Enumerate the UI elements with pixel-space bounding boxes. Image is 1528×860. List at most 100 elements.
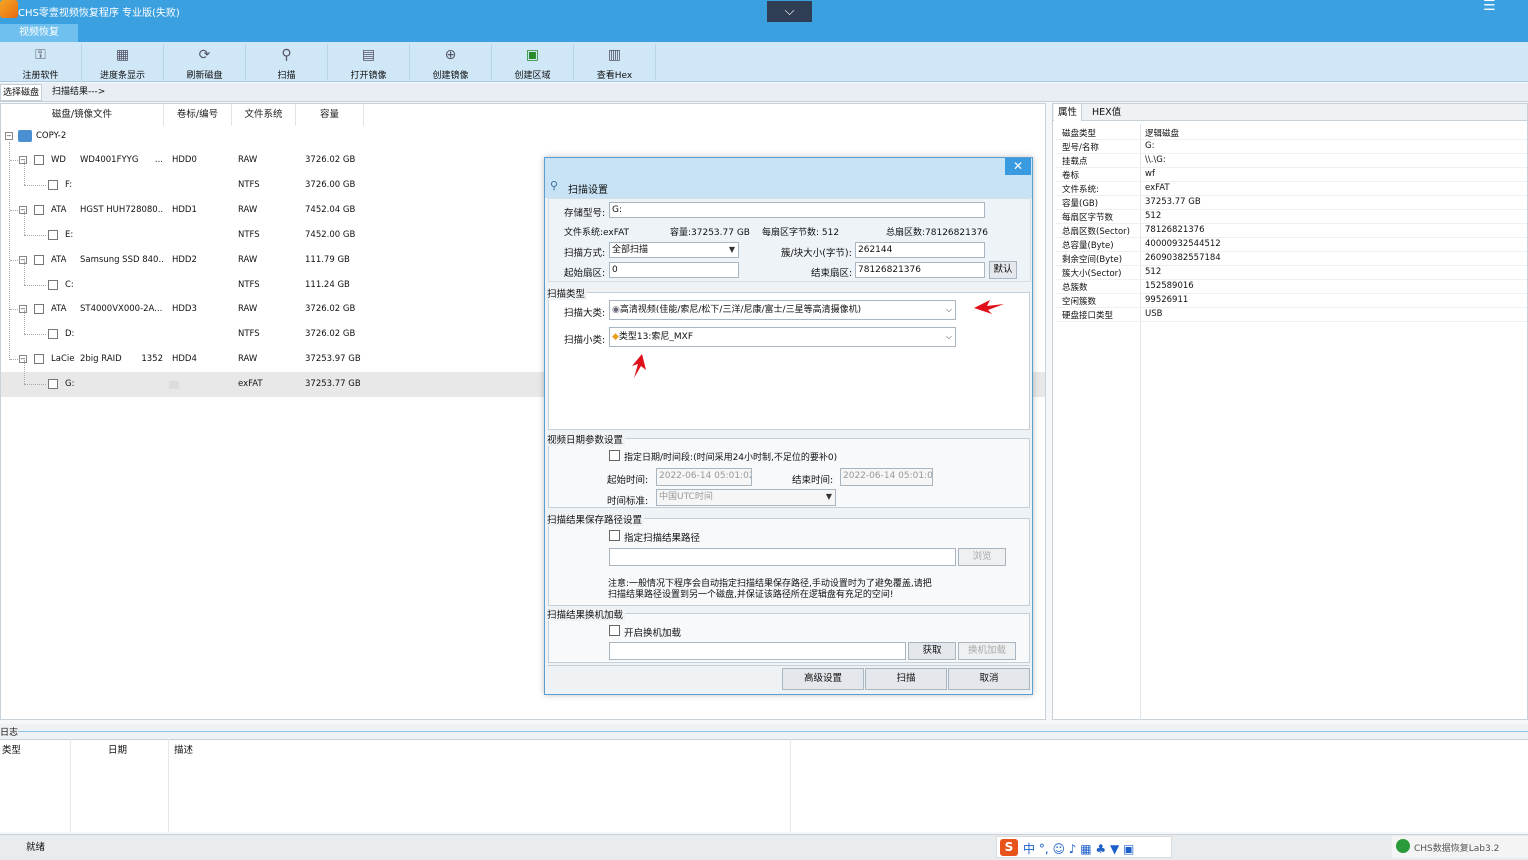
browse-button[interactable]: 浏览: [958, 548, 1006, 566]
fetch-button[interactable]: 获取: [908, 642, 956, 660]
property-row[interactable]: 总簇数 152589016: [1056, 280, 1527, 294]
log-col-date[interactable]: 日期: [108, 742, 127, 756]
block-size-field[interactable]: 262144: [855, 242, 985, 258]
save-path-checkbox[interactable]: [609, 530, 620, 541]
col-capacity[interactable]: 容量: [296, 104, 364, 126]
volume-label-swatch: [169, 381, 179, 390]
cancel-button[interactable]: 取消: [948, 668, 1030, 690]
row-checkbox[interactable]: [48, 229, 58, 240]
collapse-ribbon-button[interactable]: ⌵: [767, 1, 812, 22]
view-hex-button[interactable]: ▥ 查看Hex: [574, 44, 656, 81]
row-checkbox[interactable]: [34, 354, 44, 365]
close-icon[interactable]: ✕: [1005, 158, 1031, 175]
disk-model: Samsung SSD 840...: [80, 254, 164, 265]
progress-icon: ▦: [115, 47, 130, 63]
scan-button[interactable]: 扫描: [865, 668, 947, 690]
minor-category-select[interactable]: ◆类型13:索尼_MXF ⌵: [609, 327, 956, 347]
magnifier-icon: ⚲: [281, 47, 292, 63]
advanced-settings-button[interactable]: 高级设置: [782, 668, 864, 690]
property-row[interactable]: 型号/名称 G:: [1056, 140, 1527, 154]
save-path-field[interactable]: [609, 548, 956, 566]
open-image-button[interactable]: ▤ 打开镜像: [328, 44, 410, 81]
swap-load-checkbox[interactable]: [609, 625, 620, 636]
scan-mode-value: 全部扫描: [612, 245, 649, 255]
date-range-checkbox[interactable]: [609, 450, 620, 461]
property-row[interactable]: 文件系统: exFAT: [1056, 182, 1527, 196]
tab-hex-value[interactable]: HEX值: [1088, 104, 1125, 121]
register-button[interactable]: ⚿ 注册软件: [0, 44, 82, 81]
property-key: 簇大小(Sector): [1062, 269, 1122, 279]
timezone-select[interactable]: 中国UTC时间 ▼: [656, 489, 836, 506]
property-row[interactable]: 磁盘类型 逻辑磁盘: [1056, 126, 1527, 140]
tree-root[interactable]: − COPY-2: [1, 124, 1045, 149]
property-key: 卷标: [1062, 171, 1080, 181]
menu-icon[interactable]: ☰: [1483, 0, 1497, 14]
timezone-value: 中国UTC时间: [659, 492, 713, 502]
start-sector-field[interactable]: 0: [609, 262, 739, 278]
open-image-icon: ▤: [361, 47, 376, 63]
collapse-icon[interactable]: −: [19, 205, 27, 214]
storage-model-field[interactable]: G:: [609, 202, 985, 218]
ime-toolbar[interactable]: S 中 °, ☺ ♪ ▦ ♣ ▼ ▣: [996, 836, 1172, 858]
progress-display-button[interactable]: ▦ 进度条显示: [82, 44, 164, 81]
volume-capacity: 111.24 GB: [305, 279, 350, 290]
row-checkbox[interactable]: [48, 179, 58, 190]
volume-letter: C:: [65, 279, 74, 290]
property-row[interactable]: 剩余空间(Byte) 26090382557184: [1056, 252, 1527, 266]
refresh-disk-button[interactable]: ⟳ 刷新磁盘: [164, 44, 246, 81]
col-disk-image[interactable]: 磁盘/镜像文件: [1, 104, 164, 126]
filesystem-text: 文件系统:exFAT: [564, 228, 630, 238]
tab-properties[interactable]: 属性: [1054, 104, 1083, 121]
major-category-select[interactable]: ◉高清视频(佳能/索尼/松下/三洋/尼康/富士/三星等高清摄像机) ⌵: [609, 300, 956, 320]
end-time-field[interactable]: 2022-06-14 05:01:02: [840, 468, 933, 486]
swap-load-button[interactable]: 换机加载: [958, 642, 1016, 660]
row-checkbox[interactable]: [48, 279, 58, 290]
property-row[interactable]: 总扇区数(Sector) 78126821376: [1056, 224, 1527, 238]
tab-scan-results[interactable]: 扫描结果--->: [50, 84, 107, 101]
property-row[interactable]: 总容量(Byte) 40000932544512: [1056, 238, 1527, 252]
open-image-label: 打开镜像: [350, 71, 387, 81]
progress-label: 进度条显示: [99, 71, 145, 81]
property-row[interactable]: 每扇区字节数 512: [1056, 210, 1527, 224]
property-key: 文件系统:: [1062, 185, 1099, 195]
collapse-icon[interactable]: −: [19, 305, 27, 314]
tab-video-recovery[interactable]: 视频恢复: [0, 24, 78, 42]
sogou-ime-icon[interactable]: S: [1000, 839, 1018, 856]
chevron-down-icon: ▼: [728, 245, 735, 254]
collapse-icon[interactable]: −: [5, 132, 13, 140]
tab-select-disk[interactable]: 选择磁盘: [0, 84, 43, 101]
create-region-button[interactable]: ▣ 创建区域: [492, 44, 574, 81]
col-volume-id[interactable]: 卷标/编号: [164, 104, 232, 126]
property-row[interactable]: 容量(GB) 37253.77 GB: [1056, 196, 1527, 210]
row-checkbox[interactable]: [34, 204, 44, 215]
default-button[interactable]: 默认: [989, 261, 1017, 279]
create-image-button[interactable]: ⊕ 创建镜像: [410, 44, 492, 81]
property-row[interactable]: 硬盘接口类型 USB: [1056, 308, 1527, 322]
row-checkbox[interactable]: [34, 254, 44, 265]
property-value: 逻辑磁盘: [1145, 129, 1180, 139]
log-col-description[interactable]: 描述: [174, 742, 193, 756]
log-col-type[interactable]: 类型: [2, 742, 21, 756]
collapse-icon[interactable]: −: [19, 255, 27, 264]
scan-mode-select[interactable]: 全部扫描 ▼: [609, 242, 739, 258]
property-row[interactable]: 空闲簇数 99526911: [1056, 294, 1527, 308]
row-checkbox[interactable]: [48, 329, 58, 340]
row-checkbox[interactable]: [48, 379, 58, 390]
end-sector-field[interactable]: 78126821376: [855, 262, 985, 278]
start-time-field[interactable]: 2022-06-14 05:01:02: [656, 468, 752, 486]
swap-load-field[interactable]: [609, 642, 906, 660]
col-filesystem[interactable]: 文件系统: [232, 104, 296, 126]
scan-toolbar-button[interactable]: ⚲ 扫描: [246, 44, 328, 81]
root-label: COPY-2: [36, 131, 67, 141]
ime-tray-icons[interactable]: 中 °, ☺ ♪ ▦ ♣ ▼ ▣: [1023, 840, 1134, 857]
collapse-icon[interactable]: −: [19, 355, 27, 364]
volume-capacity: 3726.00 GB: [305, 179, 356, 190]
property-row[interactable]: 簇大小(Sector) 512: [1056, 266, 1527, 280]
row-checkbox[interactable]: [34, 304, 44, 315]
property-row[interactable]: 挂载点 \\.\G:: [1056, 154, 1527, 168]
property-row[interactable]: 卷标 wf: [1056, 168, 1527, 182]
volume-fs: NTFS: [238, 329, 260, 340]
collapse-icon[interactable]: −: [19, 156, 27, 164]
property-value: USB: [1145, 309, 1163, 319]
row-checkbox[interactable]: [34, 155, 44, 165]
